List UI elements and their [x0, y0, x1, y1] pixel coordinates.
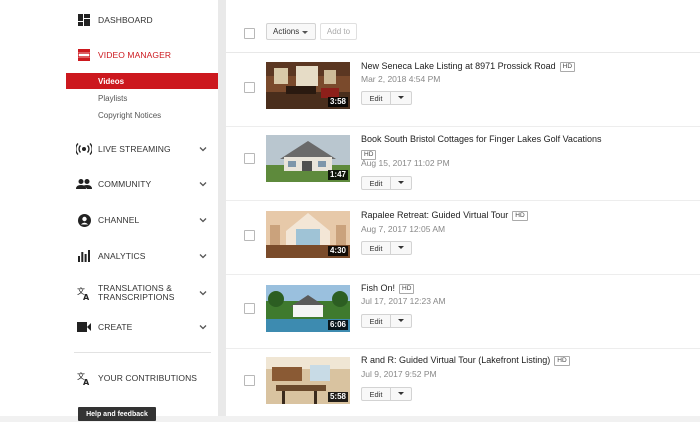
video-thumbnail[interactable]: 6:06: [266, 285, 350, 332]
video-title-link[interactable]: Fish On!: [361, 283, 395, 293]
sidebar-item-label: CHANNEL: [98, 215, 140, 225]
sidebar-item-video-manager[interactable]: VIDEO MANAGER: [66, 43, 218, 67]
chevron-down-icon[interactable]: [198, 288, 208, 298]
video-duration: 3:58: [327, 97, 348, 107]
community-icon: [76, 176, 92, 192]
edit-dropdown-toggle[interactable]: [391, 177, 411, 189]
sidebar-item-dashboard[interactable]: DASHBOARD: [66, 8, 218, 32]
sidebar-subitem-copyright-notices[interactable]: Copyright Notices: [66, 107, 218, 123]
video-manager-main: Actions Add to 3:58 New Seneca Lake List…: [226, 0, 700, 416]
sidebar-item-label: ANALYTICS: [98, 251, 146, 261]
chevron-down-icon[interactable]: [198, 322, 208, 332]
chevron-down-icon[interactable]: [198, 215, 208, 225]
edit-dropdown-toggle[interactable]: [391, 242, 411, 254]
video-thumbnail[interactable]: 4:30: [266, 211, 350, 258]
left-gutter: [0, 0, 66, 416]
video-row: 4:30 Rapalee Retreat: Guided Virtual Tou…: [226, 201, 700, 275]
actions-label: Actions: [273, 27, 300, 36]
video-row: 3:58 New Seneca Lake Listing at 8971 Pro…: [226, 53, 700, 127]
video-row: 5:58 R and R: Guided Virtual Tour (Lakef…: [226, 349, 700, 422]
sidebar-item-label: LIVE STREAMING: [98, 144, 171, 154]
edit-button-group: Edit: [361, 241, 412, 255]
edit-button-group: Edit: [361, 387, 412, 401]
sidebar-item-analytics[interactable]: ANALYTICS: [66, 244, 218, 268]
edit-button[interactable]: Edit: [362, 177, 391, 189]
sidebar-divider: [74, 352, 211, 353]
edit-button[interactable]: Edit: [362, 242, 391, 254]
live-streaming-icon: [76, 141, 92, 157]
chevron-down-icon[interactable]: [198, 251, 208, 261]
svg-text:A: A: [83, 293, 90, 300]
sidebar-item-label: YOUR CONTRIBUTIONS: [98, 373, 198, 383]
dashboard-icon: [76, 12, 92, 28]
hd-badge: HD: [512, 210, 528, 221]
video-duration: 4:30: [327, 246, 348, 256]
hd-badge: HD: [554, 355, 570, 366]
toolbar: Actions Add to: [226, 16, 700, 53]
sidebar-item-translations[interactable]: 文A TRANSLATIONS & TRANSCRIPTIONS: [66, 280, 218, 306]
sidebar-item-channel[interactable]: CHANNEL: [66, 208, 218, 232]
edit-dropdown-toggle[interactable]: [391, 315, 411, 327]
video-row-checkbox[interactable]: [244, 153, 255, 164]
sidebar-item-label: DASHBOARD: [98, 15, 153, 25]
edit-dropdown-toggle[interactable]: [391, 92, 411, 104]
video-thumbnail[interactable]: 5:58: [266, 357, 350, 404]
help-feedback-button[interactable]: Help and feedback: [78, 407, 156, 421]
video-title-link[interactable]: Book South Bristol Cottages for Finger L…: [361, 134, 601, 144]
sidebar-item-your-contributions[interactable]: 文A YOUR CONTRIBUTIONS: [66, 366, 218, 390]
analytics-icon: [76, 248, 92, 264]
sidebar-item-label: TRANSCRIPTIONS: [98, 292, 175, 302]
edit-button[interactable]: Edit: [362, 388, 391, 400]
sidebar-subitem-playlists[interactable]: Playlists: [66, 90, 218, 106]
add-to-button[interactable]: Add to: [320, 23, 357, 40]
video-row-checkbox[interactable]: [244, 82, 255, 93]
sidebar-item-label: CREATE: [98, 322, 133, 332]
sidebar-item-label: VIDEO MANAGER: [98, 50, 172, 60]
edit-button[interactable]: Edit: [362, 315, 391, 327]
video-manager-icon: [76, 47, 92, 63]
select-all-checkbox[interactable]: [244, 28, 255, 39]
sidebar-item-community[interactable]: COMMUNITY: [66, 172, 218, 196]
video-date: Aug 15, 2017 11:02 PM: [361, 158, 450, 168]
translate-icon: 文A: [76, 285, 92, 301]
sidebar-item-create[interactable]: CREATE: [66, 315, 218, 339]
video-row-checkbox[interactable]: [244, 375, 255, 386]
edit-button[interactable]: Edit: [362, 92, 391, 104]
video-duration: 1:47: [327, 170, 348, 180]
video-row-checkbox[interactable]: [244, 303, 255, 314]
edit-button-group: Edit: [361, 176, 412, 190]
video-row: 6:06 Fish On! HD Jul 17, 2017 12:23 AM Ed…: [226, 275, 700, 349]
video-row-checkbox[interactable]: [244, 230, 255, 241]
sidebar: DASHBOARD VIDEO MANAGER Videos Playlists…: [66, 0, 218, 421]
video-duration: 5:58: [327, 392, 348, 402]
actions-dropdown-button[interactable]: Actions: [266, 23, 316, 40]
translate-icon: 文A: [76, 370, 92, 386]
edit-button-group: Edit: [361, 314, 412, 328]
svg-text:A: A: [83, 378, 90, 385]
video-date: Jul 9, 2017 9:52 PM: [361, 369, 437, 379]
video-duration: 6:06: [327, 320, 348, 330]
sidebar-item-label: COMMUNITY: [98, 179, 152, 189]
video-camera-icon: [76, 319, 92, 335]
video-date: Aug 7, 2017 12:05 AM: [361, 224, 446, 234]
video-title-link[interactable]: New Seneca Lake Listing at 8971 Prossick…: [361, 61, 556, 71]
channel-icon: [76, 212, 92, 228]
video-date: Mar 2, 2018 4:54 PM: [361, 74, 441, 84]
video-title-link[interactable]: R and R: Guided Virtual Tour (Lakefront …: [361, 355, 550, 365]
chevron-down-icon[interactable]: [198, 179, 208, 189]
sidebar-item-live-streaming[interactable]: LIVE STREAMING: [66, 137, 218, 161]
edit-button-group: Edit: [361, 91, 412, 105]
sidebar-subitem-videos[interactable]: Videos: [66, 73, 218, 89]
caret-down-icon: [302, 31, 308, 34]
video-thumbnail[interactable]: 3:58: [266, 62, 350, 109]
video-thumbnail[interactable]: 1:47: [266, 135, 350, 182]
edit-dropdown-toggle[interactable]: [391, 388, 411, 400]
video-title-link[interactable]: Rapalee Retreat: Guided Virtual Tour: [361, 210, 508, 220]
hd-badge: HD: [399, 283, 415, 294]
hd-badge: HD: [559, 61, 576, 72]
sidebar-separator: [218, 0, 226, 416]
video-date: Jul 17, 2017 12:23 AM: [361, 296, 446, 306]
chevron-down-icon[interactable]: [198, 144, 208, 154]
video-row: 1:47 Book South Bristol Cottages for Fin…: [226, 127, 700, 201]
